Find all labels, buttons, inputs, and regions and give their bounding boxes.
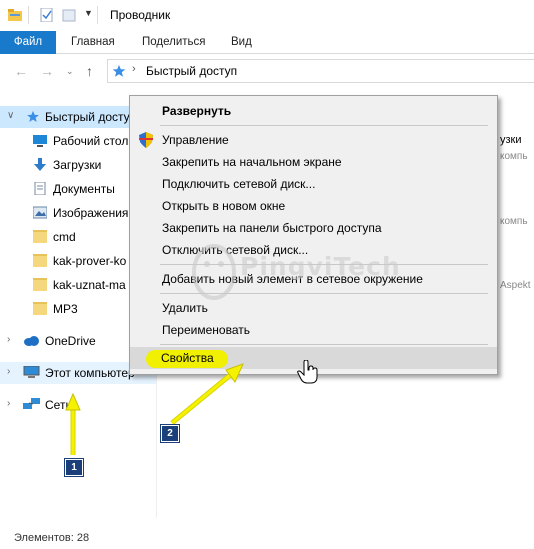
title-divider-2: [97, 6, 98, 24]
sidebar-item-label: Изображения: [53, 206, 129, 220]
sidebar-item-label: Загрузки: [53, 158, 102, 172]
menu-item-label: Открыть в новом окне: [162, 199, 286, 213]
address-path: Быстрый доступ: [146, 64, 238, 78]
file-item-fragment: узки: [500, 134, 522, 146]
star-icon: [112, 65, 126, 77]
customize-toolbar-icon[interactable]: ▼: [84, 8, 93, 18]
navigation-bar: ← → ⌄ ↑ › Быстрый доступ: [0, 54, 534, 88]
folder-icon: [33, 278, 47, 291]
penguin-logo-icon: [192, 244, 236, 300]
cloud-icon: [24, 336, 39, 346]
sidebar-item-label: Документы: [53, 182, 115, 196]
recent-locations-icon[interactable]: ⌄: [66, 66, 74, 77]
chevron-right-icon[interactable]: ›: [7, 398, 10, 409]
sidebar-item-label: Сеть: [45, 398, 72, 412]
download-icon: [34, 158, 46, 171]
path-separator-icon: ›: [132, 63, 136, 75]
hand-cursor-icon: [297, 360, 318, 384]
menu-item-map-drive[interactable]: Подключить сетевой диск...: [130, 173, 497, 195]
address-bar[interactable]: › Быстрый доступ: [107, 59, 534, 83]
menu-item-label: Закрепить на начальном экране: [162, 155, 342, 169]
ribbon-tabs: Файл Главная Поделиться Вид: [0, 31, 534, 54]
folder-icon: [33, 230, 47, 243]
menu-item-pin-quick-access[interactable]: Закрепить на панели быстрого доступа: [130, 217, 497, 239]
desktop-icon: [33, 135, 47, 147]
sidebar-item-label: Быстрый доступ: [45, 110, 137, 124]
shield-icon: [139, 132, 153, 148]
menu-item-label: Развернуть: [162, 104, 232, 118]
sidebar-item-label: Рабочий стол: [53, 134, 129, 148]
context-menu: Развернуть Управление Закрепить на начал…: [129, 95, 498, 375]
menu-item-manage[interactable]: Управление: [130, 129, 497, 151]
tab-file[interactable]: Файл: [0, 31, 56, 54]
back-arrow-icon[interactable]: ←: [14, 63, 28, 79]
folder-icon[interactable]: [8, 8, 22, 22]
folder-icon: [33, 254, 47, 267]
window-title: Проводник: [110, 8, 171, 22]
step-badge-1: 1: [64, 458, 84, 477]
file-item-fragment: компь: [500, 216, 528, 227]
menu-item-rename[interactable]: Переименовать: [130, 319, 497, 341]
computer-icon: [23, 366, 40, 378]
menu-item-label: Удалить: [162, 301, 208, 315]
menu-item-open-new-window[interactable]: Открыть в новом окне: [130, 195, 497, 217]
sidebar-item-network[interactable]: › Сеть: [0, 394, 156, 416]
folder-icon: [33, 302, 47, 315]
tab-view[interactable]: Вид: [231, 31, 252, 54]
pictures-icon: [33, 206, 47, 219]
sidebar-item-label: MP3: [53, 302, 78, 316]
step-badge-2: 2: [160, 424, 180, 443]
menu-separator: [160, 344, 488, 345]
menu-item-label: Переименовать: [162, 323, 250, 337]
properties-icon[interactable]: [40, 8, 54, 22]
sidebar-item-label: cmd: [53, 230, 76, 244]
file-item-fragment: Aspekt: [500, 280, 531, 291]
title-divider: [28, 6, 29, 24]
file-item-fragment: компь: [500, 151, 528, 162]
menu-item-label: Подключить сетевой диск...: [162, 177, 316, 191]
up-arrow-icon[interactable]: ↑: [86, 63, 93, 79]
sidebar-item-label: kak-prover-ko: [53, 254, 127, 268]
network-icon: [23, 398, 40, 409]
star-icon: [27, 110, 39, 122]
documents-icon: [34, 182, 46, 195]
menu-item-delete[interactable]: Удалить: [130, 297, 497, 319]
menu-item-label: Управление: [162, 133, 229, 147]
sidebar-item-label: kak-uznat-ma: [53, 278, 126, 292]
tab-share[interactable]: Поделиться: [142, 31, 206, 54]
menu-item-label: Закрепить на панели быстрого доступа: [162, 221, 382, 235]
menu-item-label: Свойства: [161, 351, 214, 365]
title-bar: ▼ Проводник: [0, 0, 534, 31]
chevron-down-icon[interactable]: ∨: [7, 110, 14, 121]
forward-arrow-icon[interactable]: →: [40, 63, 54, 79]
status-item-count: Элементов: 28: [14, 532, 90, 544]
watermark-text: PingviTech: [240, 252, 401, 281]
chevron-right-icon[interactable]: ›: [7, 334, 10, 345]
chevron-right-icon[interactable]: ›: [7, 366, 10, 377]
new-folder-icon[interactable]: [62, 8, 76, 22]
menu-separator: [160, 125, 488, 126]
sidebar-item-label: OneDrive: [45, 334, 96, 348]
tab-home[interactable]: Главная: [71, 31, 115, 54]
menu-item-pin-start[interactable]: Закрепить на начальном экране: [130, 151, 497, 173]
sidebar-item-label: Этот компьютер: [45, 366, 135, 380]
menu-item-expand[interactable]: Развернуть: [130, 100, 497, 122]
